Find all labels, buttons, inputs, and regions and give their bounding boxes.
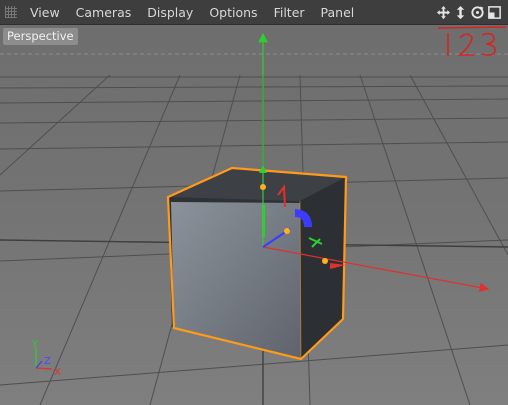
viewport-menubar: View Cameras Display Options Filter Pane… [0, 0, 508, 25]
dolly-view-icon[interactable] [453, 5, 468, 20]
gizmo-z-label: Z [44, 356, 51, 367]
viewport-scene: Y Z X [0, 25, 508, 405]
move-view-icon[interactable] [436, 5, 451, 20]
cube-object [166, 166, 348, 361]
menu-options[interactable]: Options [201, 0, 265, 25]
3d-viewport[interactable]: Y Z X Perspective [0, 25, 508, 405]
gizmo-y-label: Y [31, 339, 39, 350]
menu-view[interactable]: View [22, 0, 68, 25]
handwritten-annotation [437, 26, 507, 56]
gizmo-x-label: X [54, 367, 61, 378]
menu-display[interactable]: Display [139, 0, 201, 25]
camera-view-label[interactable]: Perspective [3, 28, 78, 45]
view-navigation-icons [436, 4, 502, 21]
menu-cameras[interactable]: Cameras [68, 0, 140, 25]
menu-panel[interactable]: Panel [313, 0, 363, 25]
panel-grip-icon[interactable] [5, 6, 17, 18]
menu-filter[interactable]: Filter [266, 0, 313, 25]
viewport-menu: View Cameras Display Options Filter Pane… [22, 0, 362, 25]
toggle-view-icon[interactable] [487, 5, 502, 20]
rotate-view-icon[interactable] [470, 5, 485, 20]
viewport-panel: View Cameras Display Options Filter Pane… [0, 0, 508, 405]
